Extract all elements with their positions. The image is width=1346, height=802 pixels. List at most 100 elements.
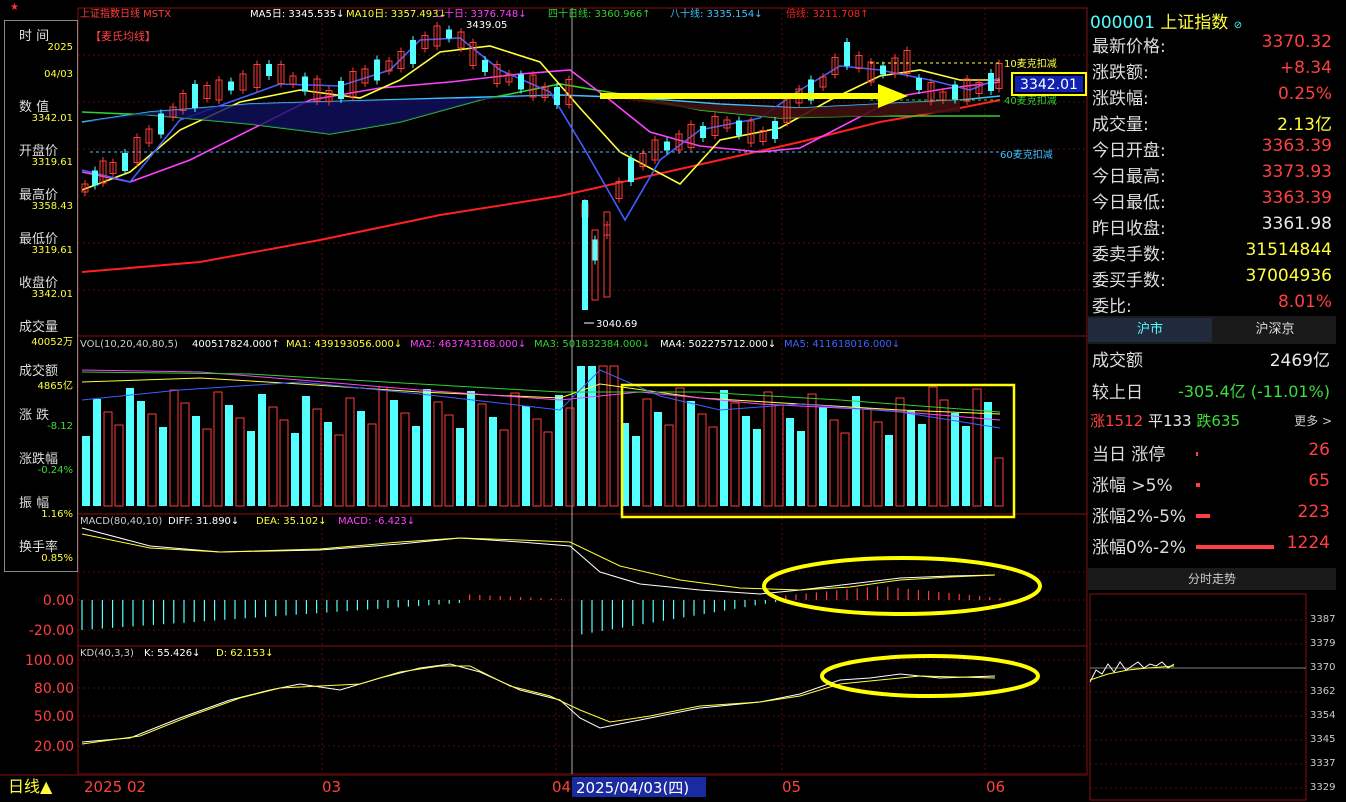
compare-label: 较上日 [1092, 383, 1143, 403]
quote-row: 涨跌额: +8.34 [1090, 58, 1342, 84]
xaxis-label-0: 2025 02 [84, 778, 146, 796]
quote-row: 委卖手数: 31514844 [1090, 240, 1342, 266]
macd-title: MACD(80,40,10) [80, 516, 162, 527]
dw-value-16: 4865亿 [37, 381, 73, 392]
limit-label: 涨幅2%-5% [1092, 507, 1187, 527]
volume-bar [192, 416, 200, 506]
quote-label: 委买手数: [1092, 271, 1166, 291]
volume-bar [632, 436, 640, 506]
volume-bar [555, 395, 563, 506]
tab-sh[interactable]: 沪市 [1088, 318, 1212, 342]
volume-bar [928, 386, 938, 507]
candle-body [410, 40, 416, 64]
volume-bar [918, 424, 926, 506]
quote-panel: 000001 上证指数 ⊘ 最新价格: 3370.32 涨跌额: +8.34 涨跌幅: 0… [1088, 0, 1346, 802]
tab-hsj[interactable]: 沪深京 [1214, 318, 1336, 342]
deduct10-label: 10麦克扣减 [1004, 57, 1057, 70]
more-link[interactable]: 更多 > [1294, 412, 1332, 429]
quote-row: 最新价格: 3370.32 [1090, 32, 1342, 58]
dw-value-10: 3319.61 [31, 245, 73, 256]
volume-bar [786, 418, 794, 506]
vol-value: 400517824.000↑ [192, 339, 280, 350]
dw-value-2: 04/03 [44, 69, 73, 80]
quote-row: 委买手数: 37004936 [1090, 266, 1342, 292]
candle-body [92, 170, 98, 186]
volume-bar [114, 424, 124, 507]
candle-body [122, 153, 128, 171]
limit-row: 涨幅0%-2% 1224 [1090, 533, 1342, 559]
volume-bar [895, 397, 905, 507]
xaxis-label-1: 03 [322, 778, 341, 796]
quote-row: 昨日收盘: 3361.98 [1090, 214, 1342, 240]
volume-bar [862, 408, 872, 507]
macd-dea: DEA: 35.102↓ [256, 516, 327, 527]
quote-value: +8.34 [1279, 58, 1332, 78]
compare-value: -305.4亿 (-11.01%) [1178, 382, 1330, 401]
stock-code: 000001 [1090, 13, 1155, 33]
candle-body [158, 113, 164, 135]
dw-value-6: 3319.61 [31, 157, 73, 168]
intraday-tick: 3387 [1310, 614, 1335, 625]
candle-body [736, 120, 742, 136]
intraday-tick: 3329 [1310, 782, 1335, 793]
dw-value-14: 40052万 [31, 337, 73, 348]
quote-label: 今日最高: [1092, 167, 1166, 187]
quote-label: 成交量: [1092, 115, 1149, 135]
kd-tick-1: 80.00 [34, 681, 74, 697]
volume-bar [852, 396, 860, 506]
kline-chart[interactable]: 上证指数日线 MSTX MA5日: 3345.535↓ MA10日: 3357.… [0, 0, 1088, 802]
dw-value-18: -8.12 [47, 421, 73, 432]
volume-bar [907, 411, 915, 506]
volume-bar [400, 412, 410, 507]
quote-value: 3363.39 [1261, 136, 1332, 156]
volume-bar [324, 422, 332, 506]
info-icon[interactable]: ⊘ [1234, 20, 1242, 31]
data-window: 时 间 2025 04/03 数 值 3342.01 开盘价 3319.61 最高价 3358.… [4, 20, 78, 572]
intraday-tick: 3345 [1310, 734, 1335, 745]
cursor-date: 2025/04/03(四) [576, 779, 689, 797]
dw-value-8: 3358.43 [31, 201, 73, 212]
kd-d: D: 62.153↓ [216, 648, 274, 659]
volume-bar [334, 434, 344, 507]
volume-bar [345, 397, 355, 507]
candle-body [482, 60, 488, 72]
volume-bar [103, 411, 113, 507]
candle-body [952, 84, 958, 100]
ma-long-line [81, 99, 1001, 273]
volume-bar [444, 414, 454, 507]
vol-ma5: MA5: 411618016.000↓ [784, 339, 900, 350]
volume-bar [774, 404, 784, 507]
period-selector[interactable]: 日线▲ [8, 777, 53, 796]
intraday-title[interactable]: 分时走势 [1088, 568, 1336, 590]
volume-bar [180, 402, 190, 507]
dw-value-12: 3342.01 [31, 289, 73, 300]
quote-value: 3373.93 [1261, 162, 1332, 182]
volume-bar [456, 428, 464, 506]
volume-bar [753, 429, 761, 506]
volume-bar [378, 386, 388, 507]
volume-bar [137, 401, 145, 506]
volume-bar [235, 417, 245, 507]
volume-bar [499, 429, 509, 507]
volume-bar [873, 421, 883, 507]
intraday-tick: 3337 [1310, 758, 1335, 769]
volume-bar [840, 432, 850, 507]
quote-label: 今日最低: [1092, 193, 1166, 213]
limit-value: 1224 [1286, 533, 1330, 553]
candle-body [302, 76, 308, 92]
legend-ma40: 四十日线: 3360.966↑ [548, 7, 651, 20]
intraday-chart[interactable]: 3387 3379 3370 3362 3354 3345 3337 3329 [1088, 592, 1346, 802]
volume-bar [225, 405, 233, 506]
quote-row: 今日开盘: 3363.39 [1090, 136, 1342, 162]
quote-label: 涨跌幅: [1092, 89, 1149, 109]
quote-label: 最新价格: [1092, 37, 1166, 57]
deduct60-label: 60麦克扣减 [1000, 148, 1053, 161]
quote-value: 0.25% [1277, 84, 1332, 104]
volume-bar [565, 407, 575, 507]
vol-ma2: MA2: 463743168.000↓ [410, 339, 526, 350]
volume-bar [268, 406, 278, 507]
breadth-up: 涨1512 [1090, 412, 1144, 430]
volume-bar [367, 423, 377, 507]
candle-body [664, 141, 670, 151]
volume-bar [972, 388, 982, 507]
